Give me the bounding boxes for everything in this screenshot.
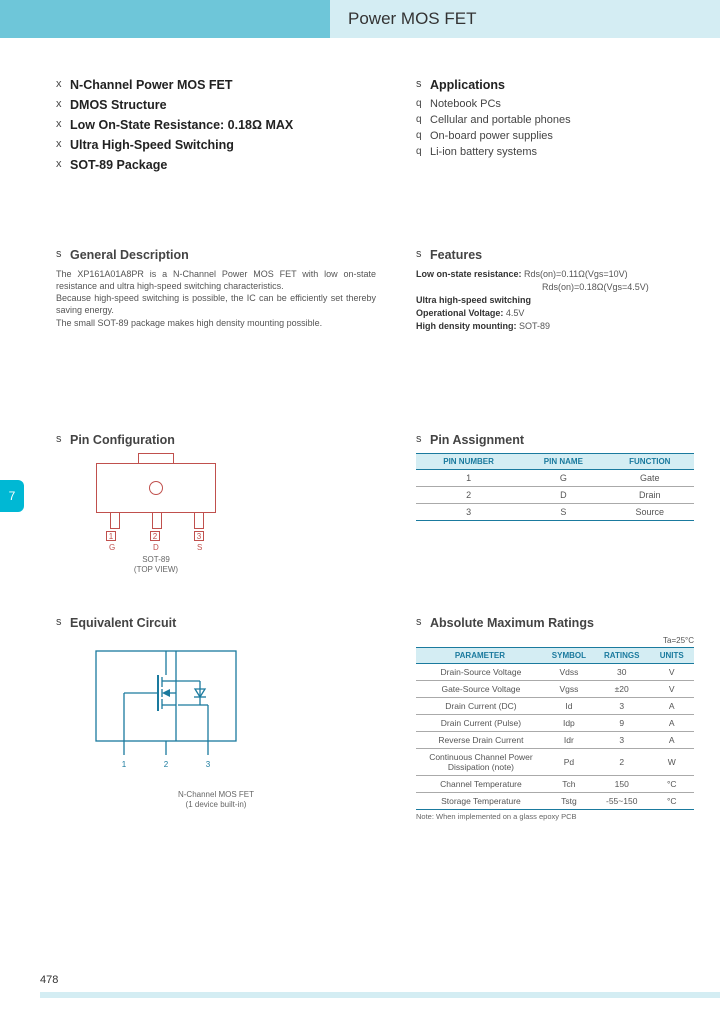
general-desc-heading: General Description xyxy=(56,248,376,262)
pin-number: 2 xyxy=(150,531,160,541)
ratings-col-header: UNITS xyxy=(650,648,695,664)
pkg-label-line: (TOP VIEW) xyxy=(134,565,178,574)
features-value: SOT-89 xyxy=(519,321,550,331)
header-title: Power MOS FET xyxy=(330,0,720,38)
app-item: On-board power supplies xyxy=(416,130,694,142)
table-row: 2 D Drain xyxy=(416,487,694,504)
pin-col-header: FUNCTION xyxy=(606,454,694,470)
table-row: Gate-Source VoltageVgss±20V xyxy=(416,681,694,698)
footer-accent xyxy=(40,992,720,998)
table-row: Continuous Channel Power Dissipation (no… xyxy=(416,749,694,776)
table-row: Channel TemperatureTch150°C xyxy=(416,776,694,793)
ratings-note: Note: When implemented on a glass epoxy … xyxy=(416,812,694,821)
pin-letter: D xyxy=(153,543,159,552)
eqcirc-diagram: 1 2 3 xyxy=(76,640,256,790)
ratings-col-header: PARAMETER xyxy=(416,648,544,664)
eqcirc-heading: Equivalent Circuit xyxy=(56,616,376,630)
feature-item: N-Channel Power MOS FET xyxy=(56,78,376,92)
header-bar: Power MOS FET xyxy=(0,0,720,38)
ratings-col-header: SYMBOL xyxy=(544,648,594,664)
page-number: 478 xyxy=(40,974,58,986)
table-row: Drain Current (Pulse)Idp9A xyxy=(416,715,694,732)
table-row: 3 S Source xyxy=(416,504,694,521)
pin-assign-heading: Pin Assignment xyxy=(416,433,694,447)
features-label: Low on-state resistance: xyxy=(416,269,522,279)
pin-config-diagram: 1 2 3 G D S SOT-89 (TOP VIEW) xyxy=(76,453,236,578)
header-left-accent xyxy=(0,0,330,38)
app-item: Li-ion battery systems xyxy=(416,146,694,158)
svg-text:3: 3 xyxy=(206,760,211,769)
features-label: Ultra high-speed switching xyxy=(416,295,531,305)
eqcirc-label-line: (1 device built-in) xyxy=(186,800,247,809)
eqcirc-label-line: N-Channel MOS FET xyxy=(178,790,254,799)
pin-col-header: PIN NAME xyxy=(521,454,605,470)
svg-text:2: 2 xyxy=(164,760,169,769)
features-text: Low on-state resistance: Rds(on)=0.11Ω(V… xyxy=(416,268,694,333)
features-label: Operational Voltage: xyxy=(416,308,503,318)
ratings-temp: Ta=25°C xyxy=(416,636,694,645)
feature-item: Low On-State Resistance: 0.18Ω MAX xyxy=(56,118,376,132)
ratings-col-header: RATINGS xyxy=(594,648,650,664)
app-item: Notebook PCs xyxy=(416,98,694,110)
features-value: 4.5V xyxy=(506,308,525,318)
pin-letter: S xyxy=(197,543,202,552)
table-row: Reverse Drain CurrentIdr3A xyxy=(416,732,694,749)
features-heading: Features xyxy=(416,248,694,262)
feature-item: DMOS Structure xyxy=(56,98,376,112)
table-row: Drain-Source VoltageVdss30V xyxy=(416,664,694,681)
pin-number: 1 xyxy=(106,531,116,541)
ratings-heading: Absolute Maximum Ratings xyxy=(416,616,694,630)
table-row: Storage TemperatureTstg-55~150°C xyxy=(416,793,694,810)
features-value: Rds(on)=0.11Ω(Vgs=10V) xyxy=(524,269,628,279)
features-value: Rds(on)=0.18Ω(Vgs=4.5V) xyxy=(542,282,649,292)
features-label: High density mounting: xyxy=(416,321,517,331)
applications-list: Notebook PCs Cellular and portable phone… xyxy=(416,98,694,158)
svg-text:1: 1 xyxy=(122,760,127,769)
pin-config-heading: Pin Configuration xyxy=(56,433,376,447)
pin-number: 3 xyxy=(194,531,204,541)
applications-heading: Applications xyxy=(416,78,694,92)
feature-item: Ultra High-Speed Switching xyxy=(56,138,376,152)
general-desc-text: The XP161A01A8PR is a N-Channel Power MO… xyxy=(56,268,376,329)
app-item: Cellular and portable phones xyxy=(416,114,694,126)
table-row: 1 G Gate xyxy=(416,470,694,487)
table-row: Drain Current (DC)Id3A xyxy=(416,698,694,715)
pin-col-header: PIN NUMBER xyxy=(416,454,521,470)
feature-item: SOT-89 Package xyxy=(56,158,376,172)
pin-letter: G xyxy=(109,543,115,552)
pin-assign-table: PIN NUMBER PIN NAME FUNCTION 1 G Gate 2 … xyxy=(416,453,694,521)
ratings-table: PARAMETER SYMBOL RATINGS UNITS Drain-Sou… xyxy=(416,647,694,810)
pkg-label-line: SOT-89 xyxy=(142,555,170,564)
main-features-list: N-Channel Power MOS FET DMOS Structure L… xyxy=(56,78,376,172)
